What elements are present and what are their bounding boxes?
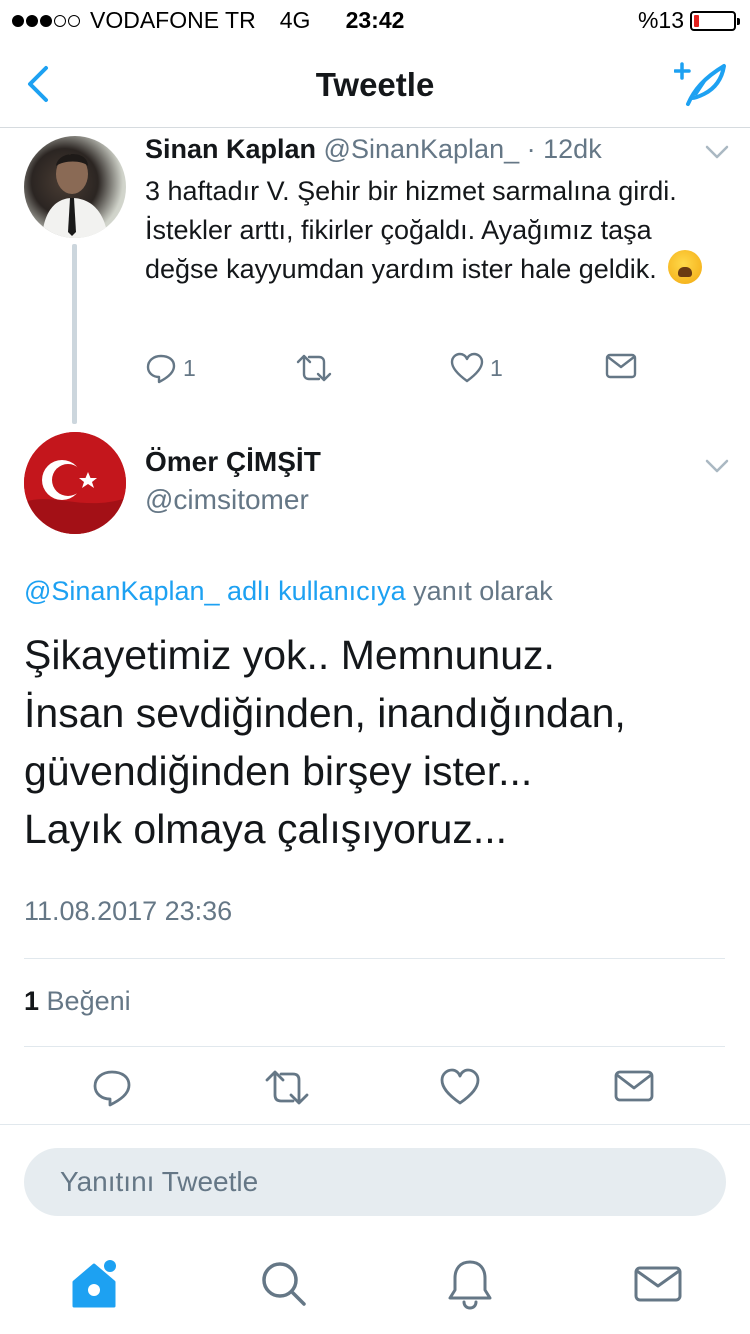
tweet-line: İnsan sevdiğinden, inandığından, (24, 690, 626, 736)
retweet-icon (296, 354, 332, 382)
profile-photo-icon (42, 154, 108, 238)
main-tweet-text: Şikayetimiz yok.. Memnunuz. İnsan sevdiğ… (24, 626, 724, 858)
retweet-button[interactable] (264, 1068, 310, 1113)
status-right: %13 (637, 7, 740, 34)
direct-message-button[interactable] (605, 352, 637, 380)
reply-button[interactable]: 1 (145, 352, 196, 384)
compose-tweet-button[interactable] (673, 60, 728, 108)
battery-icon (690, 10, 740, 31)
author-handle[interactable]: @SinanKaplan_ (324, 134, 520, 164)
parent-tweet-header: Sinan Kaplan @SinanKaplan_ · 12dk (145, 134, 602, 165)
tweet-body: 3 haftadır V. Şehir bir hizmet sarmalına… (145, 176, 677, 284)
likes-summary[interactable]: 1 Beğeni (24, 986, 131, 1017)
thread-line (72, 244, 77, 424)
tab-home[interactable] (68, 1256, 124, 1312)
messages-icon (634, 1266, 682, 1302)
reply-icon (93, 1070, 131, 1107)
reply-count: 1 (183, 354, 196, 381)
meta-separator: · (526, 134, 536, 164)
retweet-button[interactable] (295, 352, 333, 384)
tab-search[interactable] (256, 1256, 312, 1312)
likes-label: Beğeni (46, 986, 131, 1016)
divider (24, 958, 725, 959)
compose-tweet-icon (673, 62, 726, 106)
author-name[interactable]: Sinan Kaplan (145, 134, 316, 164)
tweet-time: 12dk (543, 134, 602, 164)
tab-bar (0, 1244, 750, 1334)
search-icon (262, 1262, 306, 1306)
avatar[interactable] (24, 432, 126, 534)
replying-to-suffix: yanıt olarak (413, 576, 553, 606)
tweet-line: güvendiğinden birşey ister... (24, 748, 533, 794)
reply-composer (24, 1148, 726, 1216)
navigation-bar: Tweetle (0, 40, 750, 128)
battery-percent: %13 (637, 7, 684, 33)
reply-icon (146, 354, 176, 384)
author-handle[interactable]: @cimsitomer (145, 484, 309, 516)
weary-face-emoji (668, 250, 703, 284)
like-button[interactable]: 1 (450, 352, 503, 384)
reply-input[interactable] (24, 1148, 726, 1216)
tweet-line: Layık olmaya çalışıyoruz... (24, 806, 508, 852)
like-count: 1 (490, 354, 503, 381)
envelope-icon (614, 1070, 654, 1102)
envelope-icon (605, 353, 637, 379)
author-name[interactable]: Ömer ÇİMŞİT (145, 446, 321, 478)
tab-notifications[interactable] (442, 1256, 498, 1312)
heart-icon (450, 352, 484, 383)
tweet-line: Şikayetimiz yok.. Memnunuz. (24, 632, 555, 678)
replying-to: @SinanKaplan_ adlı kullanıcıya yanıt ola… (24, 576, 553, 607)
home-icon (72, 1260, 116, 1308)
retweet-icon (265, 1070, 309, 1105)
notifications-icon (448, 1260, 492, 1310)
chevron-down-icon[interactable] (704, 458, 730, 474)
turkish-flag-icon (24, 432, 126, 534)
heart-icon (440, 1068, 480, 1105)
replying-to-link[interactable]: @SinanKaplan_ adlı kullanıcıya (24, 576, 406, 606)
divider (0, 1124, 750, 1125)
battery-fill (694, 14, 699, 27)
chevron-down-icon[interactable] (704, 144, 730, 160)
divider (24, 1046, 725, 1047)
likes-count: 1 (24, 986, 40, 1016)
tweet-timestamp: 11.08.2017 23:36 (24, 896, 233, 926)
status-bar: VODAFONE TR 4G 23:42 %13 (0, 0, 750, 40)
reply-button[interactable] (92, 1068, 132, 1113)
parent-tweet-text: 3 haftadır V. Şehir bir hizmet sarmalına… (145, 172, 725, 289)
direct-message-button[interactable] (614, 1068, 654, 1109)
avatar[interactable] (24, 136, 126, 238)
parent-tweet-actions: 1 1 (145, 352, 665, 396)
tab-messages[interactable] (630, 1256, 686, 1312)
page-title: Tweetle (315, 66, 435, 103)
like-button[interactable] (440, 1068, 480, 1111)
main-tweet-actions (0, 1068, 750, 1118)
